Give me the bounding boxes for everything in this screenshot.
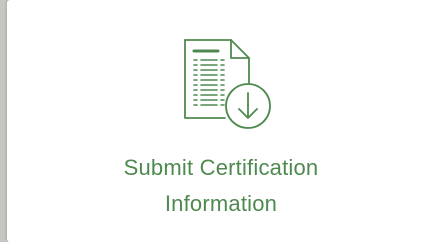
card-title-line-1: Submit Certification bbox=[123, 155, 319, 180]
document-download-icon bbox=[175, 34, 279, 130]
card-title-line-2: Information bbox=[164, 191, 278, 216]
card-title[interactable]: Submit Certification Information bbox=[7, 150, 435, 222]
submit-certification-card[interactable]: Submit Certification Information bbox=[7, 0, 435, 242]
page-background: Submit Certification Information bbox=[0, 0, 435, 242]
